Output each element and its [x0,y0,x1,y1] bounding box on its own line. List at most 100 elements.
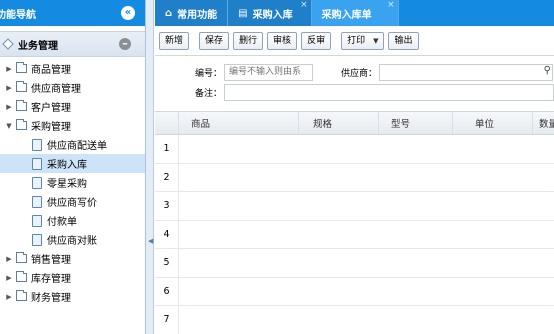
audit-button[interactable]: 审核 [267,31,298,50]
sidebar-header: 功能导航 « [0,0,145,26]
table-row[interactable]: 5 [155,249,554,278]
menu-item-label: 采购入库 [47,160,87,171]
document-icon [32,138,42,151]
menu-item-customer[interactable]: ▶ 客户管理 [0,97,145,116]
menu-item-supplier-reconcile[interactable]: 供应商对账 [0,230,145,249]
menu-item-label: 库存管理 [31,274,71,285]
tab-purchase-inbound-form[interactable]: 采购入库单 × [311,0,399,26]
supplier-label: 供应商： [340,68,377,79]
panel-collapse-icon[interactable]: – [119,38,131,50]
home-icon: ⌂ [165,7,173,19]
menu-item-supplier[interactable]: ▶ 供应商管理 [0,78,145,97]
print-button[interactable]: 打印 ▼ [341,31,385,50]
tab-label: 采购入库 [252,9,293,21]
table-row[interactable]: 4 [155,220,554,249]
new-button[interactable]: 新增 [159,31,190,50]
table-row[interactable]: 7 [155,306,554,334]
tab-purchase-inbound[interactable]: ▤ 采购入库 × [228,0,312,26]
menu-item-label: 财务管理 [31,293,71,304]
menu-item-label: 供应商对账 [47,236,97,247]
menu-item-supplier-pricing[interactable]: 供应商写价 [0,192,145,211]
column-header-quantity[interactable]: 数量 [533,112,554,134]
menu-item-spot-purchase[interactable]: 零星采购 [0,173,145,192]
diamond-icon [2,38,14,50]
column-header-unit[interactable]: 单位 [453,112,533,134]
print-label: 打印 [347,35,366,46]
document-icon [32,176,42,189]
form-row-remark: 备注： [155,82,554,102]
code-input[interactable] [224,63,313,81]
unaudit-button[interactable]: 反审 [301,31,332,50]
menu-item-label: 付款单 [47,217,77,228]
expand-caret-icon[interactable]: ▶ [5,274,13,282]
remark-input[interactable] [224,83,554,101]
header-form: 编号： 供应商： ⚲ 备注： [155,56,554,106]
menu-item-label: 供应商配送单 [47,141,107,152]
menu-item-label: 供应商写价 [47,198,97,209]
expand-caret-icon[interactable]: ▶ [5,84,13,92]
row-number-header [155,112,179,134]
menu-tree: ▶ 商品管理 ▶ 供应商管理 ▶ 客户管理 ▼ 采购管理 供应商配送单 采购入库 零星采… [0,57,145,306]
splitter-grip-icon[interactable]: ◀ [148,232,153,250]
menu-item-purchase-inbound[interactable]: 采购入库 [0,154,145,173]
tab-common-functions[interactable]: ⌂ 常用功能 [155,0,229,26]
close-tab-icon[interactable]: × [300,0,308,10]
toolbar: 新增 保存 删行 审核 反审 打印 ▼ 输出 [155,26,554,56]
panel-title: 业务管理 [18,40,58,52]
expand-caret-icon[interactable]: ▶ [5,103,13,111]
menu-item-supplier-delivery[interactable]: 供应商配送单 [0,135,145,154]
document-icon [32,195,42,208]
sidebar-splitter[interactable]: ◀ [146,0,154,334]
table-row[interactable]: 2 [155,163,554,192]
remark-label: 备注： [194,88,222,99]
menu-item-sales[interactable]: ▶ 销售管理 [0,249,145,268]
menu-item-payment[interactable]: 付款单 [0,211,145,230]
save-button[interactable]: 保存 [199,31,230,50]
row-number: 4 [155,220,179,248]
row-number: 6 [155,277,179,305]
menu-item-label: 商品管理 [31,65,71,76]
folder-icon [16,252,27,263]
folder-icon [16,271,27,282]
row-number: 5 [155,249,179,277]
menu-item-label: 零星采购 [47,179,87,190]
menu-item-label: 采购管理 [31,122,71,133]
menu-item-goods[interactable]: ▶ 商品管理 [0,59,145,78]
folder-icon [16,81,27,92]
supplier-field: ⚲ [379,63,553,81]
detail-grid: 商品 规格 型号 单位 数量 1 2 3 4 5 6 7 [155,111,554,334]
navigation-sidebar: 功能导航 « 业务管理 – ▶ 商品管理 ▶ 供应商管理 ▶ 客户管理 ▼ 采购管理 供… [0,0,146,334]
collapse-caret-icon[interactable]: ▼ [5,122,13,130]
search-icon[interactable]: ⚲ [544,65,551,76]
menu-item-label: 供应商管理 [31,84,81,95]
delete-row-button[interactable]: 删行 [233,31,264,50]
tab-bar: ⌂ 常用功能 ▤ 采购入库 × 采购入库单 × [155,0,554,26]
export-button[interactable]: 输出 [388,31,419,50]
menu-item-inventory[interactable]: ▶ 库存管理 [0,268,145,287]
supplier-input[interactable] [379,63,553,81]
table-row[interactable]: 1 [155,135,554,164]
expand-caret-icon[interactable]: ▶ [5,255,13,263]
expand-caret-icon[interactable]: ▶ [5,293,13,301]
row-number: 2 [155,163,179,191]
business-panel-header[interactable]: 业务管理 – [0,31,145,57]
code-label: 编号： [194,68,222,79]
table-row[interactable]: 6 [155,277,554,306]
collapse-sidebar-icon[interactable]: « [121,6,135,20]
main-content: ⌂ 常用功能 ▤ 采购入库 × 采购入库单 × 新增 保存 删行 审核 反审 打… [155,0,554,334]
menu-item-label: 客户管理 [31,103,71,114]
tab-label: 采购入库单 [321,9,372,21]
document-icon [32,157,42,170]
document-icon [32,214,42,227]
form-row-code: 编号： 供应商： ⚲ [155,62,554,82]
grid-header: 商品 规格 型号 单位 数量 [155,111,554,135]
column-header-goods[interactable]: 商品 [179,112,299,134]
menu-item-purchase[interactable]: ▼ 采购管理 [0,116,145,135]
menu-item-finance[interactable]: ▶ 财务管理 [0,287,145,306]
expand-caret-icon[interactable]: ▶ [5,65,13,73]
row-number: 7 [155,306,179,334]
column-header-model[interactable]: 型号 [379,112,453,134]
column-header-spec[interactable]: 规格 [299,112,379,134]
close-tab-icon[interactable]: × [387,0,395,10]
table-row[interactable]: 3 [155,192,554,221]
